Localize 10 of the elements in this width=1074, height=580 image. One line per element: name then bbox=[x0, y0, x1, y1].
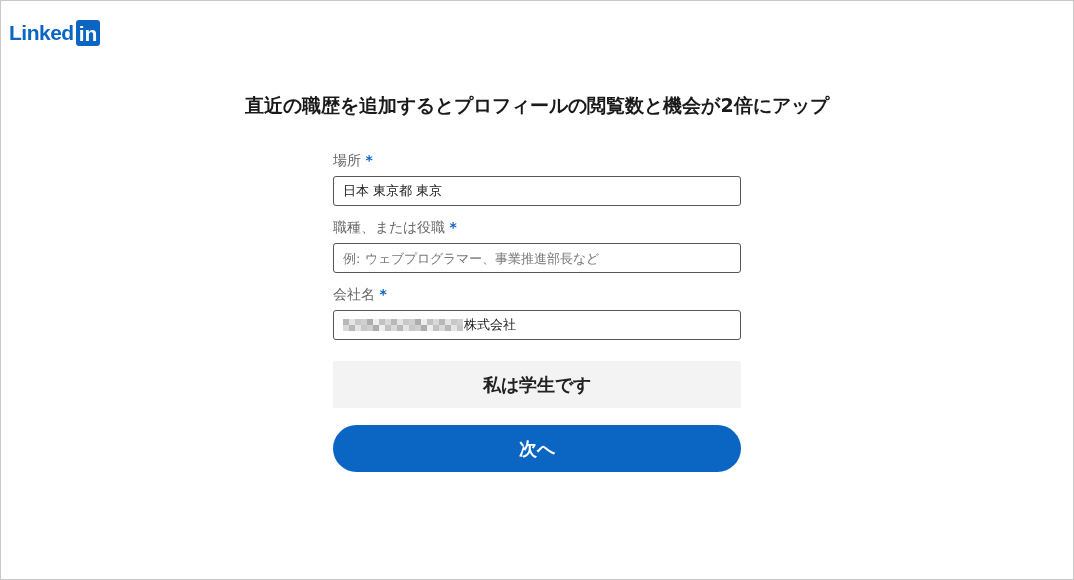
input-field[interactable]: 例: ウェブプログラマー、事業推進部長など bbox=[333, 243, 741, 273]
field-label: 会社名 * bbox=[333, 285, 388, 304]
field-label: 職種、または役職 * bbox=[333, 218, 458, 237]
input-field[interactable]: 株式会社 bbox=[333, 310, 741, 340]
next-button[interactable]: 次へ bbox=[333, 425, 741, 472]
input-field[interactable]: 日本 東京都 東京 bbox=[333, 176, 741, 206]
heading: 直近の職歴を追加するとプロフィールの閲覧数と機会が2倍にアップ bbox=[244, 93, 831, 118]
student-button[interactable]: 私は学生です bbox=[333, 361, 741, 408]
field-label: 場所 * bbox=[333, 151, 374, 170]
linkedin-logo[interactable]: Linked in bbox=[9, 20, 101, 46]
